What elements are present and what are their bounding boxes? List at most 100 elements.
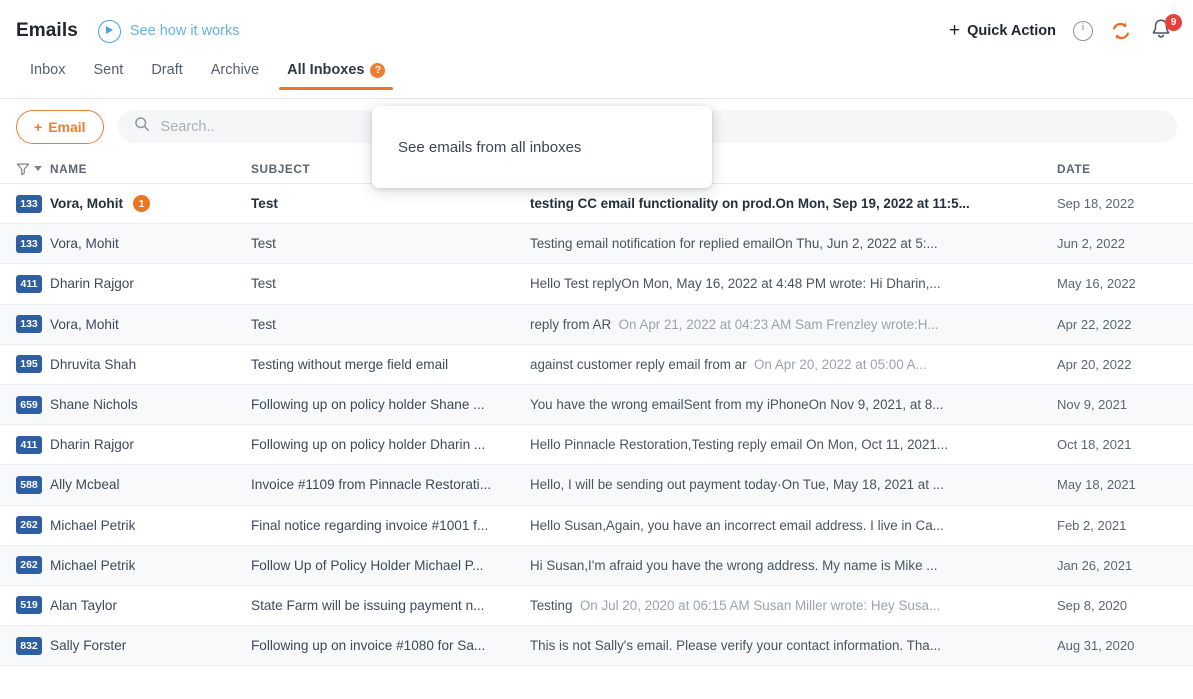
cell-preview: You have the wrong emailSent from my iPh… [530,397,1051,412]
plus-icon: + [949,19,961,41]
preview-main: testing CC email functionality on prod.O… [530,196,970,212]
record-id-badge[interactable]: 659 [16,395,42,414]
info-icon[interactable] [1073,21,1093,41]
cell-subject: Following up on policy holder Shane ... [251,397,485,413]
cell-subject: Test [251,276,276,292]
record-id-badge[interactable]: 262 [16,556,42,575]
see-how-it-works-label: See how it works [129,23,240,39]
cell-date: May 16, 2022 [1057,276,1136,292]
table-row[interactable]: 133 Vora, Mohit Test Testing email notifica… [0,224,1193,265]
quick-action-button[interactable]: + Quick Action [949,19,1056,41]
table-row[interactable]: 659 Shane Nichols Following up on policy h… [0,384,1193,426]
tab-all-inboxes-label: All Inboxes [287,62,365,78]
record-id-badge[interactable]: 133 [16,315,42,334]
tab-sent-label: Sent [93,62,124,78]
cell-name: 832 Sally Forster [16,636,251,655]
cell-preview: Hi Susan,I'm afraid you have the wrong a… [530,558,1051,573]
record-id-badge[interactable]: 832 [16,636,42,655]
table-row[interactable]: 411 Dharin Rajgor Following up on policy h… [0,425,1193,466]
cell-date: Apr 22, 2022 [1057,316,1132,332]
preview-main: You have the wrong emailSent from my iPh… [530,397,944,413]
tab-archive-label: Archive [210,62,260,78]
preview-main: Hello, I will be sending out payment tod… [530,477,944,493]
tooltip-text: See emails from all inboxes [398,138,582,156]
help-question-icon[interactable]: ? [370,62,386,78]
cell-subject: State Farm will be issuing payment n... [251,597,485,613]
record-id-badge[interactable]: 519 [16,596,42,615]
cell-subject: Following up on invoice #1080 for Sa... [251,638,486,654]
cell-preview: Hello Susan,Again, you have an incorrect… [530,518,1051,533]
filter-funnel-icon[interactable] [16,162,42,176]
add-email-label: Email [48,118,86,135]
cell-name: 133 Vora, Mohit [16,234,251,253]
notification-count-badge: 9 [1165,14,1182,31]
cell-preview: against customer reply email from ar On … [530,357,1051,372]
cell-preview: Hello Pinnacle Restoration,Testing reply… [530,437,1051,452]
cell-subject: Follow Up of Policy Holder Michael P... [251,557,484,573]
record-id-badge[interactable]: 411 [16,435,42,454]
cell-name: 133 Vora, Mohit [16,315,251,334]
table-row[interactable]: 195 Dhruvita Shah Testing without merge fi… [0,344,1193,385]
cell-date: Jan 26, 2021 [1057,557,1133,573]
unread-count-badge: 1 [133,195,150,213]
preview-main: Testing [530,597,573,613]
preview-quoted: On Jul 20, 2020 at 06:15 AM Susan Miller… [579,597,941,613]
table-row[interactable]: 262 Michael Petrik Final notice regarding … [0,505,1193,546]
table-row[interactable]: 588 Ally Mcbeal Invoice #1109 from Pinnacl… [0,465,1193,506]
app-header: Emails See how it works + Quick Action 9 [0,0,1193,62]
column-name: NAME [16,162,251,176]
see-how-it-works-link[interactable]: See how it works [97,19,240,43]
page-title: Emails [16,20,78,41]
cell-date: Oct 18, 2021 [1057,437,1132,453]
refresh-sync-icon[interactable] [1110,20,1132,42]
cell-preview: Testing email notification for replied e… [530,236,1051,251]
search-icon [134,116,150,137]
notification-bell-icon[interactable]: 9 [1149,14,1182,45]
sender-name: Vora, Mohit [50,196,123,212]
emails-table: NAME SUBJECT DATE 133 Vora, Mohit 1 Test tes… [0,154,1193,667]
quick-action-label: Quick Action [967,23,1056,39]
table-body: 133 Vora, Mohit 1 Test testing CC email func… [0,184,1193,667]
sender-name: Dharin Rajgor [50,276,134,292]
tab-archive[interactable]: Archive [197,62,273,89]
tab-sent[interactable]: Sent [79,62,137,89]
cell-name: 411 Dharin Rajgor [16,435,251,454]
sender-name: Dharin Rajgor [50,437,134,453]
all-inboxes-tooltip: See emails from all inboxes [372,106,712,188]
cell-preview: Hello, I will be sending out payment tod… [530,477,1051,492]
tab-inbox-label: Inbox [30,62,66,78]
chevron-down-icon [34,166,42,171]
table-row[interactable]: 133 Vora, Mohit 1 Test testing CC email func… [0,184,1193,225]
table-row[interactable]: 832 Sally Forster Following up on invoice … [0,626,1193,667]
cell-name: 659 Shane Nichols [16,395,251,414]
tab-all-inboxes[interactable]: All Inboxes ? [273,62,399,90]
cell-name: 411 Dharin Rajgor [16,274,251,293]
cell-date: Aug 31, 2020 [1057,638,1135,654]
record-id-badge[interactable]: 262 [16,516,42,535]
table-row[interactable]: 262 Michael Petrik Follow Up of Policy Hol… [0,545,1193,586]
record-id-badge[interactable]: 195 [16,355,42,374]
plus-icon: + [34,118,43,135]
record-id-badge[interactable]: 133 [16,194,42,213]
preview-main: Hello Test replyOn Mon, May 16, 2022 at … [530,276,941,292]
sender-name: Michael Petrik [50,557,136,573]
table-row[interactable]: 133 Vora, Mohit Test reply from AR On Apr 2… [0,304,1193,345]
table-row[interactable]: 519 Alan Taylor State Farm will be issuing… [0,585,1193,627]
cell-preview: This is not Sally's email. Please verify… [530,638,1051,653]
cell-preview: testing CC email functionality on prod.O… [530,196,1051,211]
cell-name: 195 Dhruvita Shah [16,355,251,374]
cell-subject: Test [251,196,278,212]
preview-main: reply from AR [530,316,612,332]
cell-subject: Testing without merge field email [251,356,449,372]
table-row[interactable]: 411 Dharin Rajgor Test Hello Test replyOn M… [0,264,1193,305]
record-id-badge[interactable]: 411 [16,274,42,293]
mailbox-tabs: Inbox Sent Draft Archive All Inboxes ? [0,62,1193,99]
preview-main: Hello Susan,Again, you have an incorrect… [530,517,944,533]
cell-name: 588 Ally Mcbeal [16,475,251,494]
sender-name: Vora, Mohit [50,316,119,332]
record-id-badge[interactable]: 588 [16,475,42,494]
add-email-button[interactable]: + Email [16,109,104,144]
tab-inbox[interactable]: Inbox [16,62,79,89]
record-id-badge[interactable]: 133 [16,234,42,253]
tab-draft[interactable]: Draft [137,62,196,89]
